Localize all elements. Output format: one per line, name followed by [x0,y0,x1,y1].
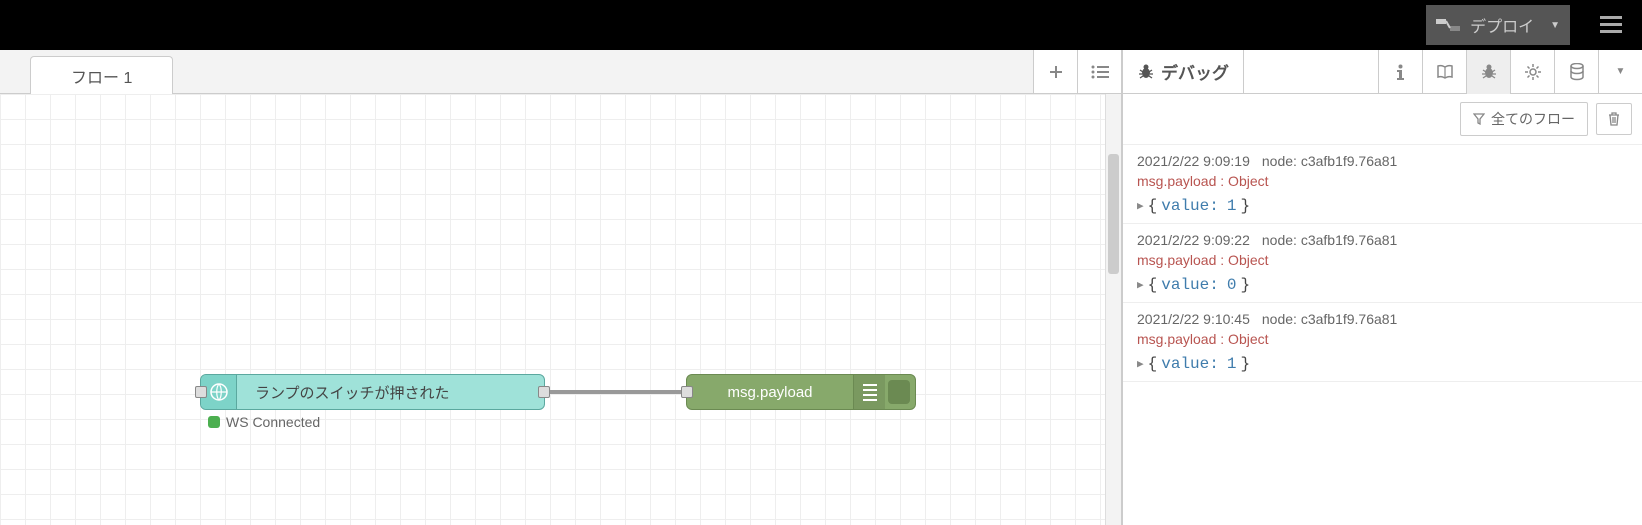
menu-button[interactable] [1590,11,1632,39]
expand-icon[interactable]: ▶ [1137,199,1144,213]
deploy-button[interactable]: デプロイ ▼ [1426,5,1570,45]
debug-timestamp: 2021/2/22 9:09:22 [1137,232,1250,248]
debug-node-id: node: c3afb1f9.76a81 [1262,153,1397,169]
node-port-in[interactable] [195,386,207,398]
sidebar-icon-help[interactable] [1422,50,1466,94]
debug-entry[interactable]: 2021/2/22 9:09:19 node: c3afb1f9.76a81 ms… [1123,145,1642,224]
top-bar: デプロイ ▼ [0,0,1642,50]
bug-icon [1480,63,1498,81]
list-tabs-button[interactable] [1077,50,1121,93]
chevron-down-icon: ▼ [1550,20,1560,31]
wire[interactable] [544,390,684,394]
add-tab-button[interactable] [1033,50,1077,93]
plus-icon [1048,64,1064,80]
database-icon [1569,63,1585,81]
debug-path: msg.payload : Object [1137,252,1628,268]
debug-node-toggle[interactable] [888,380,910,404]
filter-label: 全てのフロー [1491,109,1575,129]
filter-button[interactable]: 全てのフロー [1460,102,1588,136]
debug-value[interactable]: ▶{ value: 1 } [1137,197,1628,215]
sidebar-icon-context[interactable] [1554,50,1598,94]
sidebar: デバッグ ▼ [1122,50,1642,525]
debug-entry[interactable]: 2021/2/22 9:09:22 node: c3afb1f9.76a81 ms… [1123,224,1642,303]
debug-timestamp: 2021/2/22 9:10:45 [1137,311,1250,327]
debug-value[interactable]: ▶{ value: 0 } [1137,276,1628,294]
status-dot-icon [208,416,220,428]
flow-canvas[interactable]: ランプのスイッチが押された WS Connected msg.payload [0,94,1121,525]
flow-tab[interactable]: フロー 1 [30,56,173,94]
debug-filter-row: 全てのフロー [1123,94,1642,145]
expand-icon[interactable]: ▶ [1137,357,1144,371]
deploy-label: デプロイ [1470,13,1534,37]
node-port-out[interactable] [538,386,550,398]
debug-bars-icon [853,375,885,409]
input-node-label: ランプのスイッチが押された [237,382,468,403]
sidebar-icon-debug[interactable] [1466,50,1510,94]
sidebar-tab-label: デバッグ [1161,59,1229,84]
sidebar-icon-config[interactable] [1510,50,1554,94]
node-status: WS Connected [208,414,320,430]
debug-node-id: node: c3afb1f9.76a81 [1262,232,1397,248]
filter-icon [1473,113,1485,125]
debug-value[interactable]: ▶{ value: 1 } [1137,355,1628,373]
node-status-text: WS Connected [226,414,320,430]
chevron-down-icon: ▼ [1616,66,1626,77]
list-icon [1091,65,1109,79]
vertical-scrollbar[interactable] [1105,94,1121,525]
bug-icon [1137,63,1155,81]
debug-node-id: node: c3afb1f9.76a81 [1262,311,1397,327]
sidebar-icon-info[interactable] [1378,50,1422,94]
info-icon [1393,64,1409,80]
hamburger-icon [1600,16,1622,34]
debug-path: msg.payload : Object [1137,331,1628,347]
debug-messages[interactable]: 2021/2/22 9:09:19 node: c3afb1f9.76a81 ms… [1123,145,1642,525]
book-icon [1436,64,1454,80]
debug-entry[interactable]: 2021/2/22 9:10:45 node: c3afb1f9.76a81 ms… [1123,303,1642,382]
sidebar-tab-debug[interactable]: デバッグ [1123,50,1244,93]
sidebar-tabs: デバッグ ▼ [1123,50,1642,94]
flow-editor: フロー 1 ランプのスイッチが押された [0,50,1122,525]
debug-node[interactable]: msg.payload [686,374,916,410]
trash-icon [1607,111,1621,127]
node-port-in[interactable] [681,386,693,398]
expand-icon[interactable]: ▶ [1137,278,1144,292]
debug-path: msg.payload : Object [1137,173,1628,189]
gear-icon [1524,63,1542,81]
tabs-row: フロー 1 [0,50,1121,94]
sidebar-icon-more[interactable]: ▼ [1598,50,1642,94]
flow-tab-label: フロー 1 [71,64,132,88]
clear-button[interactable] [1596,103,1632,135]
debug-node-label: msg.payload [687,384,853,401]
deploy-icon [1436,17,1460,33]
debug-timestamp: 2021/2/22 9:09:19 [1137,153,1250,169]
input-node[interactable]: ランプのスイッチが押された [200,374,545,410]
